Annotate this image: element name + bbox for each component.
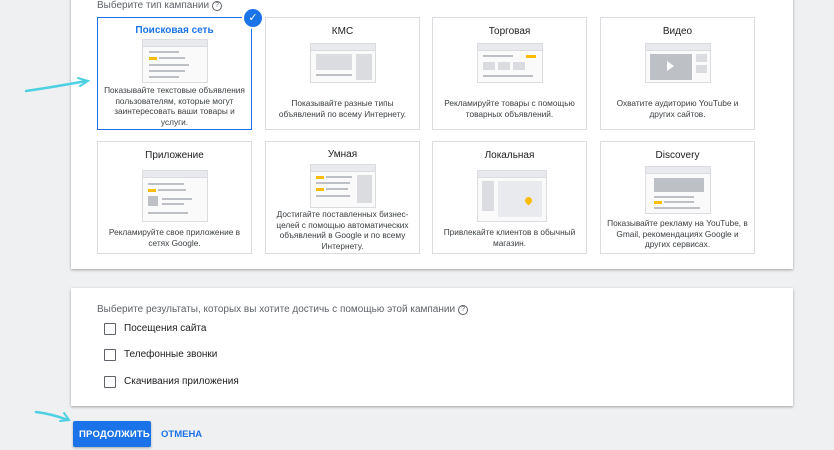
discovery-preview-image bbox=[645, 166, 711, 214]
tile-description: Достигайте поставленных бизнес-целей с п… bbox=[276, 209, 409, 251]
selected-check-icon: ✓ bbox=[244, 9, 262, 27]
search-preview-image bbox=[142, 39, 208, 83]
tile-description: Показывайте рекламу на YouTube, в Gmail,… bbox=[607, 218, 748, 249]
local-preview-image bbox=[477, 170, 547, 222]
tile-search[interactable]: Поисковая сеть Показывайте текстовые объ… bbox=[97, 17, 252, 130]
smart-preview-image bbox=[310, 164, 376, 208]
tile-title: Поисковая сеть bbox=[135, 25, 214, 36]
cancel-button[interactable]: ОТМЕНА bbox=[157, 421, 206, 447]
tile-video[interactable]: Видео Охватите аудиторию YouTube и други… bbox=[600, 17, 755, 130]
checkbox[interactable] bbox=[104, 376, 116, 388]
tile-title: Приложение bbox=[145, 150, 204, 161]
tile-description: Охватите аудиторию YouTube и других сайт… bbox=[616, 98, 739, 119]
tile-shopping[interactable]: Торговая Рекламируйте товары с помощью т… bbox=[432, 17, 587, 130]
goals-label-text: Выберите результаты, которых вы хотите д… bbox=[97, 304, 456, 315]
tile-description: Показывайте разные типы объявлений по вс… bbox=[278, 98, 407, 119]
tile-description: Показывайте текстовые объявления пользов… bbox=[104, 85, 245, 127]
help-icon[interactable]: ? bbox=[212, 1, 223, 11]
tile-title: Торговая bbox=[488, 26, 531, 37]
tile-local[interactable]: Локальная Привлекайте клиентов в обычный… bbox=[432, 141, 587, 254]
tile-description: Привлекайте клиентов в обычный магазин. bbox=[443, 227, 576, 248]
continue-button[interactable]: ПРОДОЛЖИТЬ bbox=[73, 421, 151, 447]
help-icon[interactable]: ? bbox=[458, 305, 469, 315]
tile-app[interactable]: Приложение Рекламируйте свое приложение … bbox=[97, 141, 252, 254]
tile-title: Видео bbox=[662, 26, 693, 37]
campaign-type-label-text: Выберите тип кампании bbox=[97, 0, 210, 11]
checkbox[interactable] bbox=[104, 323, 116, 335]
checkbox-label: Посещения сайта bbox=[124, 323, 207, 334]
play-icon bbox=[667, 61, 674, 71]
checkbox[interactable] bbox=[104, 349, 116, 361]
goals-label: Выберите результаты, которых вы хотите д… bbox=[97, 304, 469, 315]
video-preview-image bbox=[645, 43, 711, 83]
checkbox-label: Скачивания приложения bbox=[124, 376, 239, 387]
kms-preview-image bbox=[310, 43, 376, 83]
tile-discovery[interactable]: Discovery Показывайте рекламу на YouTube… bbox=[600, 141, 755, 254]
tile-description: Рекламируйте товары с помощью товарных о… bbox=[444, 98, 575, 119]
tile-smart[interactable]: Умная Достигайте поставленных бизнес-цел… bbox=[265, 141, 420, 254]
tile-title: Discovery bbox=[655, 150, 700, 161]
checkbox-label: Телефонные звонки bbox=[124, 349, 218, 360]
campaign-type-label: Выберите тип кампании? bbox=[97, 0, 223, 11]
shopping-preview-image bbox=[477, 43, 543, 83]
annotation-arrow-icon bbox=[34, 410, 71, 422]
tile-title: КМС bbox=[331, 26, 354, 37]
annotation-arrow-icon bbox=[24, 77, 91, 93]
app-preview-image bbox=[142, 170, 208, 222]
tile-description: Рекламируйте свое приложение в сетях Goo… bbox=[108, 227, 241, 248]
tile-title: Локальная bbox=[484, 150, 535, 161]
tile-kms[interactable]: КМС Показывайте разные типы объявлений п… bbox=[265, 17, 420, 130]
tile-title: Умная bbox=[327, 149, 358, 160]
